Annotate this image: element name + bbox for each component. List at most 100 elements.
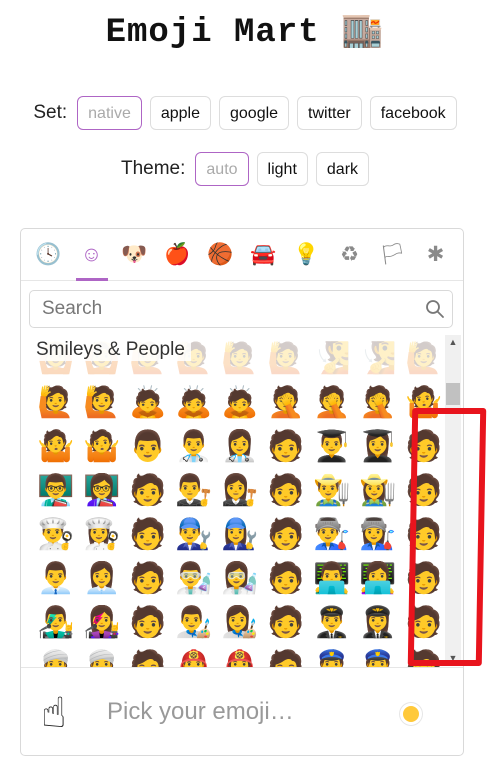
emoji-button[interactable]: 👨‍🏭 <box>309 513 355 557</box>
emoji-button[interactable]: 🧏 <box>309 337 355 381</box>
emoji-button[interactable]: 🤦 <box>355 381 401 425</box>
emoji-button[interactable]: 👩‍🔧 <box>217 513 263 557</box>
emoji-button[interactable]: 👨‍🎨 <box>171 601 217 645</box>
scroll-up-arrow-icon[interactable]: ▲ <box>445 335 461 349</box>
emoji-button[interactable]: 👨‍🎤 <box>33 601 79 645</box>
emoji-button[interactable]: 🤷 <box>401 381 447 425</box>
emoji-button[interactable]: 🧑 <box>263 601 309 645</box>
emoji-button[interactable]: 👩‍🌾 <box>355 469 401 513</box>
search-input[interactable] <box>29 290 453 328</box>
emoji-row: 👨‍🎤 👩‍🎤 🧑 👨‍🎨 👩‍🎨 🧑 👨‍✈️ 👩‍✈️ 🧑 <box>33 601 447 645</box>
theme-light-button[interactable]: light <box>256 152 308 186</box>
category-travel-places-icon[interactable]: 🚘 <box>245 230 283 280</box>
category-objects-icon[interactable]: 💡 <box>288 230 326 280</box>
category-food-drink-icon[interactable]: 🍎 <box>159 230 197 280</box>
scrollbar[interactable]: ▲ ▼ <box>445 335 461 665</box>
emoji-button[interactable]: 👨‍🚒 <box>171 645 217 668</box>
emoji-button[interactable]: 👩‍🎨 <box>217 601 263 645</box>
scroll-down-arrow-icon[interactable]: ▼ <box>445 651 461 665</box>
category-activity-icon[interactable]: 🏀 <box>202 230 240 280</box>
category-custom-icon[interactable]: ✱ <box>417 230 455 280</box>
emoji-button[interactable]: 👨‍🔬 <box>171 557 217 601</box>
emoji-button[interactable]: 🤦 <box>263 381 309 425</box>
emoji-button[interactable]: 🧑 <box>263 425 309 469</box>
emoji-button[interactable]: 👩‍🎤 <box>79 601 125 645</box>
set-twitter-button[interactable]: twitter <box>297 96 362 130</box>
emoji-button[interactable]: 👳 <box>33 645 79 668</box>
emoji-button[interactable]: 👩‍✈️ <box>355 601 401 645</box>
emoji-button[interactable]: 👩‍💻 <box>355 557 401 601</box>
emoji-button[interactable]: 👩‍⚕️ <box>217 425 263 469</box>
search-icon <box>426 300 444 318</box>
emoji-button[interactable]: 🧑 <box>263 469 309 513</box>
preview-text: Pick your emoji… <box>107 698 294 725</box>
emoji-button[interactable]: 👩‍🏭 <box>355 513 401 557</box>
emoji-button[interactable]: 🙋 <box>401 337 447 381</box>
emoji-button[interactable]: 👩‍🏫 <box>79 469 125 513</box>
emoji-button[interactable]: 🙇 <box>125 381 171 425</box>
skin-tone-button[interactable] <box>403 706 419 722</box>
emoji-button[interactable]: 🧑 <box>401 425 447 469</box>
emoji-button[interactable]: 👨‍✈️ <box>309 601 355 645</box>
emoji-button[interactable]: 🙇 <box>217 381 263 425</box>
category-animals-nature-icon[interactable]: 🐶 <box>116 230 154 280</box>
emoji-button[interactable]: 🤷 <box>33 425 79 469</box>
theme-auto-button[interactable]: auto <box>195 152 249 186</box>
emoji-button[interactable]: 👨‍🌾 <box>309 469 355 513</box>
category-frequently-used-icon[interactable]: 🕓 <box>30 230 68 280</box>
emoji-button[interactable]: 👩‍🎓 <box>355 425 401 469</box>
emoji-button[interactable]: 👮 <box>355 645 401 668</box>
emoji-button[interactable]: 👨‍⚖️ <box>171 469 217 513</box>
emoji-button[interactable]: 👨‍💻 <box>309 557 355 601</box>
emoji-button[interactable]: 👨‍⚕️ <box>171 425 217 469</box>
emoji-button[interactable]: 🧑 <box>263 557 309 601</box>
set-facebook-button[interactable]: facebook <box>369 96 457 130</box>
emoji-button[interactable]: 🧑 <box>125 601 171 645</box>
emoji-button[interactable]: 👩‍🔬 <box>217 557 263 601</box>
emoji-button[interactable]: 👨‍🏫 <box>33 469 79 513</box>
emoji-button[interactable]: 🧑 <box>401 645 447 668</box>
emoji-button[interactable]: 👨‍🔧 <box>171 513 217 557</box>
theme-dark-button[interactable]: dark <box>315 152 370 186</box>
emoji-button[interactable]: 🙋 <box>217 337 263 381</box>
emoji-button[interactable]: 🤦 <box>309 381 355 425</box>
category-flags-icon[interactable]: 🏳 <box>374 230 412 280</box>
emoji-button[interactable]: 👨‍🎓 <box>309 425 355 469</box>
category-smileys-people-icon[interactable]: ☺ <box>73 230 111 281</box>
emoji-button[interactable]: 🧑 <box>125 469 171 513</box>
department-store-icon: 🏬 <box>341 10 385 50</box>
set-selector: Set: native apple google twitter faceboo… <box>0 96 490 130</box>
emoji-button[interactable]: 👮 <box>309 645 355 668</box>
set-apple-button[interactable]: apple <box>149 96 211 130</box>
emoji-button[interactable]: 🧑 <box>263 513 309 557</box>
emoji-button[interactable]: 🙋 <box>33 381 79 425</box>
preview-bar: ☝ Pick your emoji… <box>21 667 463 755</box>
emoji-button[interactable]: 🧑 <box>263 645 309 668</box>
emoji-button[interactable]: 👩‍💼 <box>79 557 125 601</box>
emoji-button[interactable]: 🤷 <box>79 425 125 469</box>
emoji-button[interactable]: 🧑 <box>401 557 447 601</box>
emoji-button[interactable]: 👨 <box>125 425 171 469</box>
emoji-button[interactable]: 🙇 <box>171 381 217 425</box>
category-symbols-icon[interactable]: ♻ <box>331 230 369 280</box>
emoji-button[interactable]: 🙋 <box>263 337 309 381</box>
emoji-button[interactable]: 👩‍⚖️ <box>217 469 263 513</box>
set-google-button[interactable]: google <box>219 96 290 130</box>
emoji-button[interactable]: 👩‍🚒 <box>217 645 263 668</box>
emoji-button[interactable]: 🧏 <box>355 337 401 381</box>
emoji-button[interactable]: 👩‍🍳 <box>79 513 125 557</box>
emoji-scroll-area[interactable]: Smileys & People 🙆🙆🙋🙋🙋🙋🧏🧏🙋🙋🙋🙇🙇🙇🤦🤦🤦🤷🤷🤷👨👨‍… <box>21 333 463 667</box>
emoji-button[interactable]: 🧑 <box>401 469 447 513</box>
app-title: Emoji Mart 🏬 <box>0 10 490 52</box>
emoji-button[interactable]: 🙋 <box>79 381 125 425</box>
set-native-button[interactable]: native <box>77 96 142 130</box>
emoji-button[interactable]: 🧑 <box>401 601 447 645</box>
emoji-button[interactable]: 🧑 <box>125 513 171 557</box>
emoji-button[interactable]: 🧑 <box>401 513 447 557</box>
emoji-button[interactable]: 🧑 <box>125 645 171 668</box>
emoji-button[interactable]: 👨‍💼 <box>33 557 79 601</box>
emoji-button[interactable]: 👨‍🍳 <box>33 513 79 557</box>
scrollbar-thumb[interactable] <box>446 383 460 405</box>
emoji-button[interactable]: 👳 <box>79 645 125 668</box>
emoji-button[interactable]: 🧑 <box>125 557 171 601</box>
